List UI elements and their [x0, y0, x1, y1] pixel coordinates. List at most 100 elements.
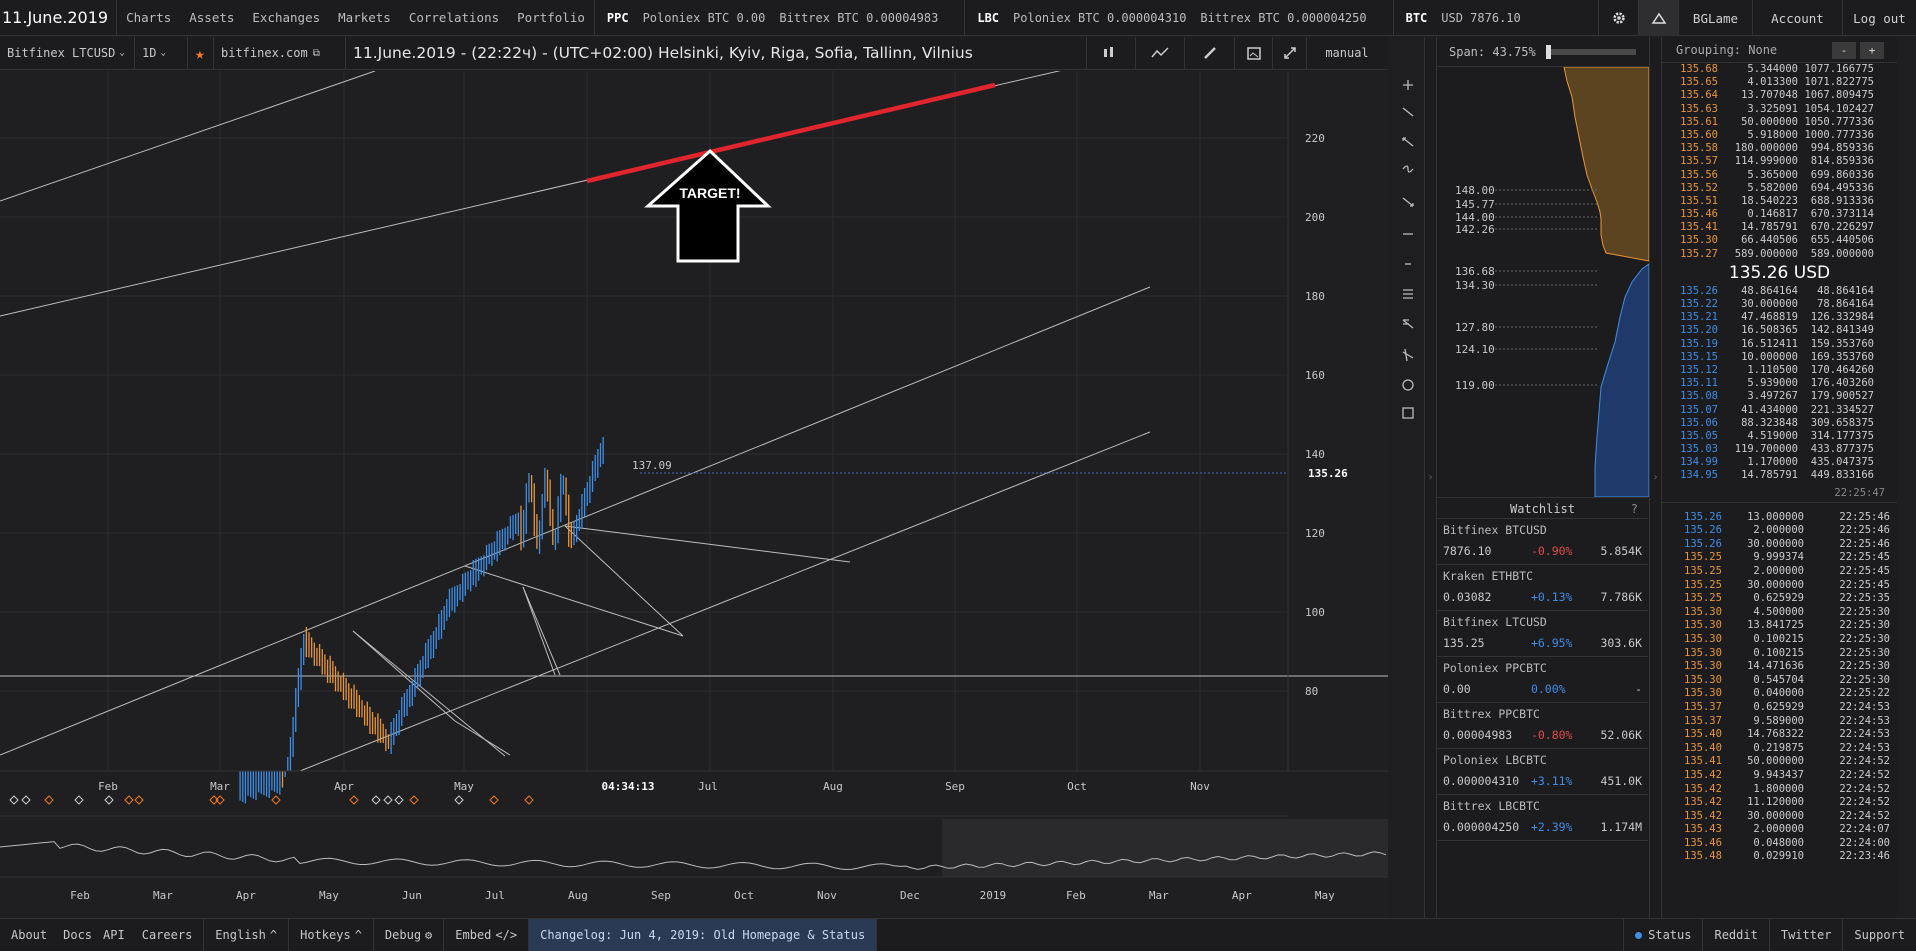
event-marker[interactable] [134, 795, 144, 805]
watchlist-item[interactable]: Poloniex LBCBTC 0.000004310 +3.11% 451.0K [1437, 749, 1648, 795]
event-marker[interactable] [349, 795, 359, 805]
event-marker[interactable] [524, 795, 534, 805]
line-tool-icon[interactable] [1402, 107, 1414, 117]
ticker-btc[interactable]: BTC USD 7876.10 [1392, 0, 1547, 36]
event-marker[interactable] [209, 795, 219, 805]
nav-charts[interactable]: Charts [117, 10, 180, 25]
footer-docs[interactable]: Docs [58, 919, 97, 951]
bid-row[interactable]: 135.12 1.110500 170.464260 [1662, 364, 1897, 377]
event-marker[interactable] [21, 795, 31, 805]
language-select[interactable]: English ^ [204, 918, 290, 951]
bid-row[interactable]: 135.07 41.434000 221.334527 [1662, 404, 1897, 417]
bid-row[interactable]: 135.03 119.700000 433.877375 [1662, 443, 1897, 456]
bid-row[interactable]: 134.95 14.785791 449.833166 [1662, 469, 1897, 482]
gann-tool-icon[interactable] [1402, 348, 1414, 362]
nav-correlations[interactable]: Correlations [400, 10, 508, 25]
user-button[interactable]: BGLame [1678, 0, 1752, 36]
interval-select[interactable]: 1D ⌄ [135, 36, 188, 70]
ask-row[interactable]: 135.41 14.785791 670.226297 [1662, 221, 1897, 234]
ask-row[interactable]: 135.51 18.540223 688.913336 [1662, 195, 1897, 208]
status-link[interactable]: Status [1623, 919, 1702, 951]
draw-icon[interactable] [1185, 36, 1235, 70]
event-marker[interactable] [394, 795, 404, 805]
account-button[interactable]: Account [1752, 0, 1842, 36]
hotkeys-menu[interactable]: Hotkeys ^ [289, 918, 374, 951]
ray-tool-icon[interactable] [1402, 137, 1414, 147]
support-link[interactable]: Support [1842, 919, 1916, 951]
ask-row[interactable]: 135.30 66.440506 655.440506 [1662, 234, 1897, 247]
watchlist-item[interactable]: Bittrex LBCBTC 0.000004250 +2.39% 1.174M [1437, 795, 1648, 841]
event-marker[interactable] [74, 795, 84, 805]
debug-menu[interactable]: Debug ⚙ [374, 918, 445, 951]
grouping-plus-button[interactable]: + [1860, 42, 1884, 59]
theme-icon[interactable] [1638, 0, 1678, 36]
ticker-lbc[interactable]: LBC Poloniex BTC 0.000004310 Bittrex BTC… [964, 0, 1392, 36]
source-link[interactable]: bitfinex.com ⧉ [214, 36, 346, 70]
footer-careers[interactable]: Careers [131, 918, 205, 951]
ask-row[interactable]: 135.27 589.000000 589.000000 [1662, 248, 1897, 261]
event-marker[interactable] [383, 795, 393, 805]
event-marker[interactable] [371, 795, 381, 805]
bid-row[interactable]: 135.21 47.468819 126.332984 [1662, 311, 1897, 324]
watchlist-item[interactable]: Poloniex PPCBTC 0.00 0.00% - [1437, 657, 1648, 703]
nav-exchanges[interactable]: Exchanges [243, 10, 329, 25]
mode-label[interactable]: manual [1307, 37, 1387, 70]
embed-menu[interactable]: Embed </> [444, 918, 530, 951]
fib-tool-icon[interactable] [1403, 289, 1413, 299]
nav-portfolio[interactable]: Portfolio [508, 10, 594, 25]
collapse-right-handle[interactable]: › [1649, 37, 1661, 918]
ask-row[interactable]: 135.64 13.707048 1067.809475 [1662, 89, 1897, 102]
market-select[interactable]: Bitfinex LTCUSD ⌄ [0, 36, 135, 70]
help-icon[interactable]: ? [1631, 498, 1638, 520]
event-marker[interactable] [9, 795, 19, 805]
event-markers[interactable] [9, 795, 534, 805]
event-marker[interactable] [124, 795, 134, 805]
ticker-ppc[interactable]: PPC Poloniex BTC 0.00 Bittrex BTC 0.0000… [593, 0, 964, 36]
bid-row[interactable]: 135.20 16.508365 142.841349 [1662, 324, 1897, 337]
collapse-left-handle[interactable]: › [1424, 37, 1436, 918]
twitter-link[interactable]: Twitter [1768, 919, 1843, 951]
event-marker[interactable] [104, 795, 114, 805]
curve-tool-icon[interactable] [1402, 165, 1414, 173]
reddit-link[interactable]: Reddit [1702, 919, 1768, 951]
ask-row[interactable]: 135.60 5.918000 1000.777336 [1662, 129, 1897, 142]
watchlist-item[interactable]: Bitfinex BTCUSD 7876.10 -0.90% 5.854K [1437, 519, 1648, 565]
bid-row[interactable]: 135.05 4.519000 314.177375 [1662, 430, 1897, 443]
watchlist-item[interactable]: Kraken ETHBTC 0.03082 +0.13% 7.786K [1437, 565, 1648, 611]
gear-icon[interactable] [1598, 0, 1638, 36]
event-marker[interactable] [215, 795, 225, 805]
bid-row[interactable]: 135.08 3.497267 179.900527 [1662, 390, 1897, 403]
bid-row[interactable]: 135.11 5.939000 176.403260 [1662, 377, 1897, 390]
span-slider[interactable] [1545, 44, 1636, 59]
pitchfork-icon[interactable] [1402, 319, 1414, 329]
rect-tool-icon[interactable] [1402, 407, 1414, 419]
favorite-star-icon[interactable]: ★ [188, 36, 214, 70]
logout-button[interactable]: Log out [1842, 0, 1916, 36]
fullscreen-icon[interactable] [1273, 36, 1307, 70]
event-marker[interactable] [44, 795, 54, 805]
nav-markets[interactable]: Markets [329, 10, 400, 25]
ask-row[interactable]: 135.52 5.582000 694.495336 [1662, 182, 1897, 195]
depth-chart[interactable]: 148.00 145.77 144.00 142.26 136.68 134.3… [1437, 67, 1649, 497]
event-marker[interactable] [454, 795, 464, 805]
bid-row[interactable]: 135.22 30.000000 78.864164 [1662, 298, 1897, 311]
ask-row[interactable]: 135.63 3.325091 1054.102427 [1662, 103, 1897, 116]
bid-row[interactable]: 135.19 16.512411 159.353760 [1662, 338, 1897, 351]
bid-row[interactable]: 135.26 48.864164 48.864164 [1662, 285, 1897, 298]
changelog-link[interactable]: Changelog: Jun 4, 2019: Old Homepage & S… [529, 918, 878, 951]
ask-row[interactable]: 135.57 114.999000 814.859336 [1662, 155, 1897, 168]
circle-tool-icon[interactable] [1402, 379, 1414, 391]
price-chart[interactable]: TARGET! 137.09 220 200 180 160 140 120 1… [0, 71, 1388, 918]
ask-row[interactable]: 135.58 180.000000 994.859336 [1662, 142, 1897, 155]
grouping-minus-button[interactable]: - [1832, 42, 1856, 59]
ask-row[interactable]: 135.56 5.365000 699.860336 [1662, 169, 1897, 182]
ask-row[interactable]: 135.61 50.000000 1050.777336 [1662, 116, 1897, 129]
bid-row[interactable]: 135.15 10.000000 169.353760 [1662, 351, 1897, 364]
watchlist-item[interactable]: Bittrex PPCBTC 0.00004983 -0.80% 52.06K [1437, 703, 1648, 749]
event-marker[interactable] [271, 795, 281, 805]
footer-api[interactable]: API [97, 919, 131, 951]
bid-row[interactable]: 134.99 1.170000 435.047375 [1662, 456, 1897, 469]
ask-row[interactable]: 135.46 0.146817 670.373114 [1662, 208, 1897, 221]
watchlist-item[interactable]: Bitfinex LTCUSD 135.25 +6.95% 303.6K [1437, 611, 1648, 657]
navigator-window[interactable] [942, 819, 1388, 877]
